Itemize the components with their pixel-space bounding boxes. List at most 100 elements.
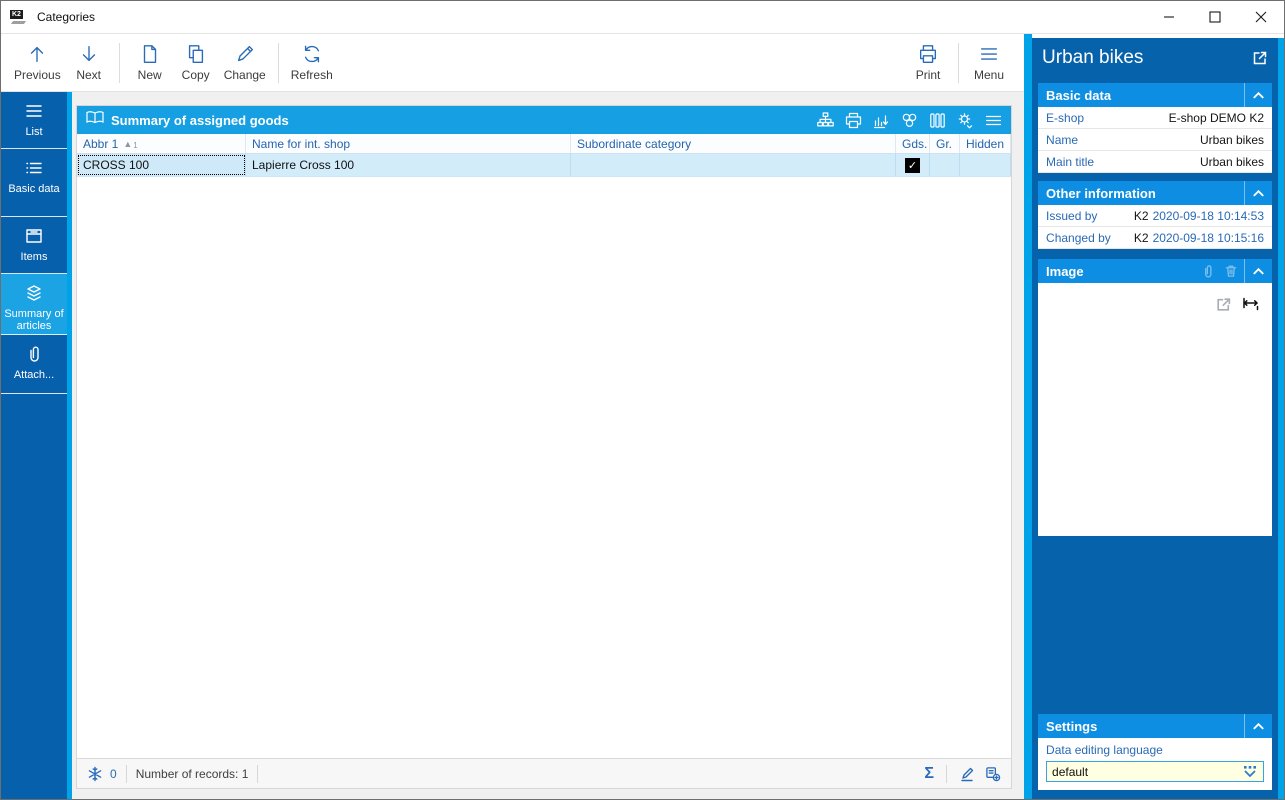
other-information-header[interactable]: Other information [1038, 181, 1272, 205]
collapse-button[interactable] [1244, 714, 1272, 738]
column-header-abbr[interactable]: Abbr 1 ▲ 1 [77, 134, 246, 153]
cell-gds[interactable]: ✓ [896, 154, 930, 176]
sidebar-item-items[interactable]: Items [1, 217, 67, 274]
field-row-eshop[interactable]: E-shop E-shop DEMO K2 [1038, 107, 1272, 129]
sort-asc-icon: ▲ [123, 138, 133, 149]
cell-gr[interactable] [930, 154, 960, 176]
cell-abbr[interactable]: CROSS 100 [77, 154, 246, 176]
list-icon [26, 105, 42, 117]
table-settings-icon[interactable] [957, 112, 974, 129]
chevron-up-icon [1253, 722, 1264, 729]
sidebar-item-basic-data[interactable]: Basic data [1, 149, 67, 217]
basic-data-header[interactable]: Basic data [1038, 83, 1272, 107]
collapse-button[interactable] [1244, 181, 1272, 205]
panel-splitter[interactable] [1024, 34, 1033, 799]
change-button[interactable]: Change [219, 37, 271, 89]
chevron-up-icon [1253, 189, 1264, 196]
new-page-icon [143, 45, 156, 63]
print-table-icon[interactable] [845, 112, 862, 129]
column-header-gr[interactable]: Gr. [930, 134, 960, 153]
print-button[interactable]: Print [905, 37, 951, 89]
app-logo-text: K2 [10, 10, 23, 19]
chart-icon[interactable] [873, 112, 890, 129]
basic-data-icon [26, 162, 42, 174]
fit-width-icon[interactable] [1242, 295, 1260, 318]
cell-name[interactable]: Lapierre Cross 100 [246, 154, 571, 176]
close-icon [1255, 11, 1267, 23]
new-button[interactable]: New [127, 37, 173, 89]
hierarchy-icon[interactable] [817, 111, 834, 129]
attach-image-icon[interactable] [1201, 264, 1215, 278]
table-title-bar: Summary of assigned goods [77, 106, 1012, 134]
minimize-button[interactable] [1146, 1, 1192, 33]
image-preview-area [1038, 283, 1272, 536]
paperclip-icon [30, 346, 39, 362]
issued-by-date: 2020-09-18 10:14:53 [1152, 208, 1264, 223]
menu-button[interactable]: Menu [966, 37, 1012, 89]
open-external-icon[interactable] [1252, 50, 1268, 66]
arrow-down-icon [82, 45, 95, 62]
table-menu-icon[interactable] [985, 112, 1002, 129]
app-logo-icon: K2 [10, 10, 28, 24]
chevron-up-icon [1253, 267, 1264, 274]
column-header-hidden[interactable]: Hidden [960, 134, 1012, 153]
other-information-section: Other information Issued by K2 2020-09-1… [1038, 181, 1272, 249]
changed-by-user: K2 [1133, 230, 1149, 245]
cell-hidden[interactable] [960, 154, 1012, 176]
toolbar-separator [118, 42, 120, 83]
sidebar: List Basic data Items Summary of article… [1, 92, 72, 799]
collapse-button[interactable] [1244, 259, 1272, 283]
image-section: Image [1038, 259, 1272, 536]
refresh-button[interactable]: Refresh [286, 37, 338, 89]
column-header-gds[interactable]: Gds. [896, 134, 930, 153]
next-button[interactable]: Next [66, 37, 112, 89]
column-header-name[interactable]: Name for int. shop [246, 134, 571, 153]
table-title: Summary of assigned goods [111, 112, 289, 128]
detail-panel: Urban bikes Basic data E-shop E-shop DEM… [1032, 34, 1278, 799]
field-row-issued-by[interactable]: Issued by K2 2020-09-18 10:14:53 [1038, 205, 1272, 227]
detail-panel-header: Urban bikes [1032, 38, 1278, 78]
field-row-name[interactable]: Name Urban bikes [1038, 129, 1272, 151]
settings-header[interactable]: Settings [1038, 714, 1272, 738]
column-header-subordinate[interactable]: Subordinate category [571, 134, 896, 153]
work-area: Summary of assigned goods Abbr 1 ▲ 1 Nam… [72, 92, 1024, 799]
collapse-button[interactable] [1244, 83, 1272, 107]
sidebar-item-summary-of-articles[interactable]: Summary of articles [1, 274, 67, 335]
table-empty-area [77, 177, 1012, 758]
table-row: CROSS 100 Lapierre Cross 100 ✓ [77, 154, 1012, 177]
edit-icon[interactable] [959, 766, 975, 782]
asterisk-filter-icon[interactable] [87, 766, 103, 782]
cell-subordinate[interactable] [571, 154, 896, 176]
open-image-external-icon[interactable] [1215, 296, 1232, 318]
title-bar: K2 Categories [1, 1, 1284, 34]
maximize-icon [1209, 11, 1221, 23]
language-value: default [1052, 764, 1089, 779]
sidebar-item-attachments[interactable]: Attach... [1, 335, 67, 394]
dropdown-icon [1244, 765, 1256, 777]
sort-order: 1 [133, 141, 138, 150]
image-header[interactable]: Image [1038, 259, 1272, 283]
copy-button[interactable]: Copy [173, 37, 219, 89]
checkbox-checked-icon[interactable]: ✓ [905, 157, 920, 173]
field-row-changed-by[interactable]: Changed by K2 2020-09-18 10:15:16 [1038, 227, 1272, 249]
add-note-icon[interactable] [985, 766, 1001, 782]
delete-image-icon[interactable] [1224, 264, 1238, 278]
right-edge-strip[interactable] [1278, 34, 1284, 799]
issued-by-user: K2 [1133, 208, 1149, 223]
columns-icon[interactable] [929, 112, 946, 129]
copy-icon [188, 45, 203, 63]
toolbar-separator [277, 42, 279, 83]
language-dropdown[interactable]: default [1046, 761, 1264, 782]
printer-icon [920, 45, 937, 63]
close-button[interactable] [1238, 1, 1284, 33]
sidebar-item-list[interactable]: List [1, 92, 67, 149]
previous-button[interactable]: Previous [9, 37, 66, 89]
maximize-button[interactable] [1192, 1, 1238, 33]
main-area: Previous Next New Copy Change Refresh Pr… [1, 34, 1284, 799]
gears-icon[interactable] [901, 112, 918, 129]
field-row-main-title[interactable]: Main title Urban bikes [1038, 151, 1272, 173]
app-window: K2 Categories Previous Next New Copy Cha… [0, 0, 1285, 800]
items-box-icon [26, 229, 42, 243]
arrow-up-icon [31, 46, 44, 63]
sum-icon[interactable]: Σ [924, 765, 934, 782]
